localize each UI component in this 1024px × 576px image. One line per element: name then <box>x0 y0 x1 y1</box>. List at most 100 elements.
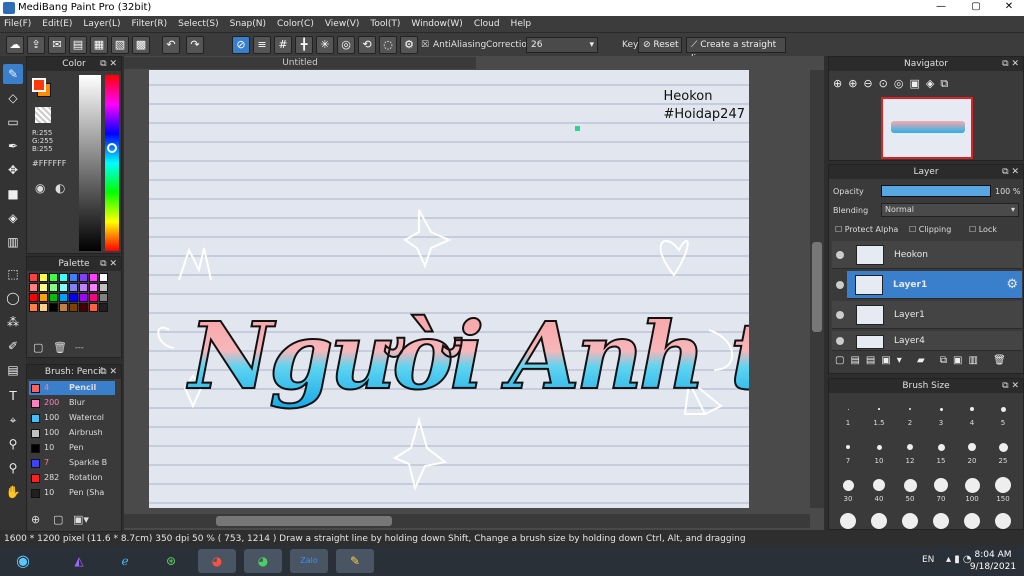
new-file-icon[interactable]: ▤ <box>69 36 87 54</box>
brush-size-option[interactable]: 25 <box>988 437 1018 471</box>
brush-size-option[interactable] <box>864 513 894 529</box>
palette-swatch[interactable] <box>59 283 68 292</box>
color-picker-icon[interactable]: ◐ <box>55 181 65 195</box>
palette-swatch[interactable] <box>79 293 88 302</box>
menu-edit[interactable]: Edit(E) <box>42 19 72 29</box>
brush-item[interactable]: 7 Sparkle B <box>29 456 115 470</box>
hue-handle[interactable] <box>107 143 117 153</box>
layer-row[interactable]: Layer1 <box>832 301 1022 329</box>
brush-tool-icon[interactable]: ✎ <box>3 64 23 84</box>
palette-swatch[interactable] <box>89 283 98 292</box>
palette-swatch[interactable] <box>29 283 38 292</box>
panel-close-icon[interactable]: ⧉ ✕ <box>100 257 117 271</box>
panel-close-icon[interactable]: ⧉ ✕ <box>100 57 117 71</box>
maximize-button[interactable]: ▢ <box>965 0 987 14</box>
menu-cloud[interactable]: Cloud <box>474 19 500 29</box>
drawing-canvas[interactable]: Heokon #Hoidap247 Người Anh tốt <box>149 70 749 508</box>
brush-item[interactable]: 282 Rotation <box>29 471 115 485</box>
blending-select[interactable]: Normal ▾ <box>881 203 1019 217</box>
visibility-icon[interactable] <box>836 251 844 259</box>
brush-size-option[interactable]: 50 <box>895 475 925 509</box>
settings-snap-icon[interactable]: ⚙ <box>400 36 418 54</box>
minimize-button[interactable]: — <box>930 0 952 14</box>
primary-color-swatch[interactable] <box>32 78 46 92</box>
panel-close-icon[interactable]: ⧉ ✕ <box>1002 379 1019 393</box>
layer-row[interactable]: Heokon <box>832 241 1022 269</box>
eyedropper-alt-icon[interactable]: ⚲ <box>3 458 23 478</box>
menu-view[interactable]: View(V) <box>325 19 360 29</box>
brush-size-option[interactable]: 1.5 <box>864 399 894 433</box>
zalo-icon[interactable]: Zalo <box>290 549 328 573</box>
palette-swatch[interactable] <box>69 283 78 292</box>
brush-size-option[interactable]: 15 <box>926 437 956 471</box>
palette-swatch[interactable] <box>59 293 68 302</box>
correction-select[interactable]: 26 ▾ <box>526 37 598 53</box>
eraser-tool-icon[interactable]: ◇ <box>3 88 23 108</box>
palette-swatch[interactable] <box>89 273 98 282</box>
brush-size-option[interactable] <box>988 513 1018 529</box>
eyedropper-tool-icon[interactable]: ⚲ <box>3 434 23 454</box>
palette-swatch[interactable] <box>89 303 98 312</box>
palette-swatch[interactable] <box>99 293 108 302</box>
brush-item[interactable]: 100 Airbrush <box>29 426 115 440</box>
antialiasing-checkbox[interactable]: ☒ <box>421 40 429 50</box>
ellipse-snap-icon[interactable]: ◌ <box>379 36 397 54</box>
menu-layer[interactable]: Layer(L) <box>83 19 120 29</box>
hand-tool-icon[interactable]: ✋ <box>3 482 23 502</box>
new-brush-icon[interactable]: ▢ <box>53 513 63 526</box>
layer-row[interactable]: Layer4 <box>832 331 1022 351</box>
pen-tool-icon[interactable]: ✒ <box>3 136 23 156</box>
bucket-tool-icon[interactable]: ◈ <box>3 208 23 228</box>
clipping-checkbox[interactable]: ☐ Clipping <box>909 225 951 234</box>
text-tool-icon[interactable]: T <box>3 386 23 406</box>
palette-swatch[interactable] <box>49 293 58 302</box>
menu-window[interactable]: Window(W) <box>411 19 462 29</box>
menu-color[interactable]: Color(C) <box>277 19 314 29</box>
close-button[interactable]: ✕ <box>998 0 1020 14</box>
rectangle-tool-icon[interactable]: ▭ <box>3 112 23 132</box>
lock-checkbox[interactable]: ☐ Lock <box>969 225 997 234</box>
trash-icon[interactable]: 🗑 <box>53 341 67 354</box>
palette-swatch[interactable] <box>29 273 38 282</box>
brush-size-option[interactable]: 30 <box>833 475 863 509</box>
select-rect-tool-icon[interactable]: ⬚ <box>3 264 23 284</box>
color-wheel-icon[interactable]: ◉ <box>35 181 45 195</box>
magic-wand-tool-icon[interactable]: ⁂ <box>3 312 23 332</box>
medibang-icon[interactable]: ✎ <box>336 549 374 573</box>
fill-rect-tool-icon[interactable]: ■ <box>3 184 23 204</box>
operation-tool-icon[interactable]: ⌖ <box>3 410 23 430</box>
navigator-preview[interactable] <box>881 97 973 159</box>
brush-item[interactable]: 200 Blur <box>29 396 115 410</box>
brush-size-option[interactable]: 1 <box>833 399 863 433</box>
brush-size-option[interactable] <box>926 513 956 529</box>
brush-size-option[interactable]: 20 <box>957 437 987 471</box>
visual-studio-icon[interactable]: ◭ <box>60 549 98 573</box>
redo-icon[interactable]: ↷ <box>186 36 204 54</box>
language-indicator[interactable]: EN <box>922 555 934 565</box>
transform-icon[interactable]: ▩ <box>132 36 150 54</box>
panel-close-icon[interactable]: ⧉ ✕ <box>100 365 117 379</box>
brush-size-option[interactable] <box>833 513 863 529</box>
palette-swatch[interactable] <box>79 283 88 292</box>
layer-toolbar[interactable]: ▢▤▤▣▾ ▰ ⧉▣▥ 🗑 <box>835 355 1012 366</box>
brush-size-option[interactable]: 150 <box>988 475 1018 509</box>
brush-size-option[interactable]: 7 <box>833 437 863 471</box>
palette-swatch[interactable] <box>99 303 108 312</box>
radial-snap-icon[interactable]: ✳ <box>316 36 334 54</box>
lasso-tool-icon[interactable]: ◯ <box>3 288 23 308</box>
palette-swatch[interactable] <box>59 273 68 282</box>
transparent-color-swatch[interactable] <box>35 107 51 123</box>
palette-swatch[interactable] <box>49 273 58 282</box>
protect-alpha-checkbox[interactable]: ☐ Protect Alpha <box>835 225 898 234</box>
horizontal-scrollbar[interactable] <box>124 514 810 528</box>
palette-swatch[interactable] <box>29 293 38 302</box>
layer-row-selected[interactable]: Layer1 ⚙ <box>847 271 1022 299</box>
undo-icon[interactable]: ↶ <box>162 36 180 54</box>
palette-swatch[interactable] <box>49 283 58 292</box>
add-brush-icon[interactable]: ⊕ <box>31 513 40 526</box>
brush-size-option[interactable] <box>895 513 925 529</box>
brush-item[interactable]: 4 Pencil <box>29 381 115 395</box>
brush-size-option[interactable]: 100 <box>957 475 987 509</box>
vertical-scrollbar[interactable] <box>810 70 824 508</box>
palette-swatch[interactable] <box>39 283 48 292</box>
